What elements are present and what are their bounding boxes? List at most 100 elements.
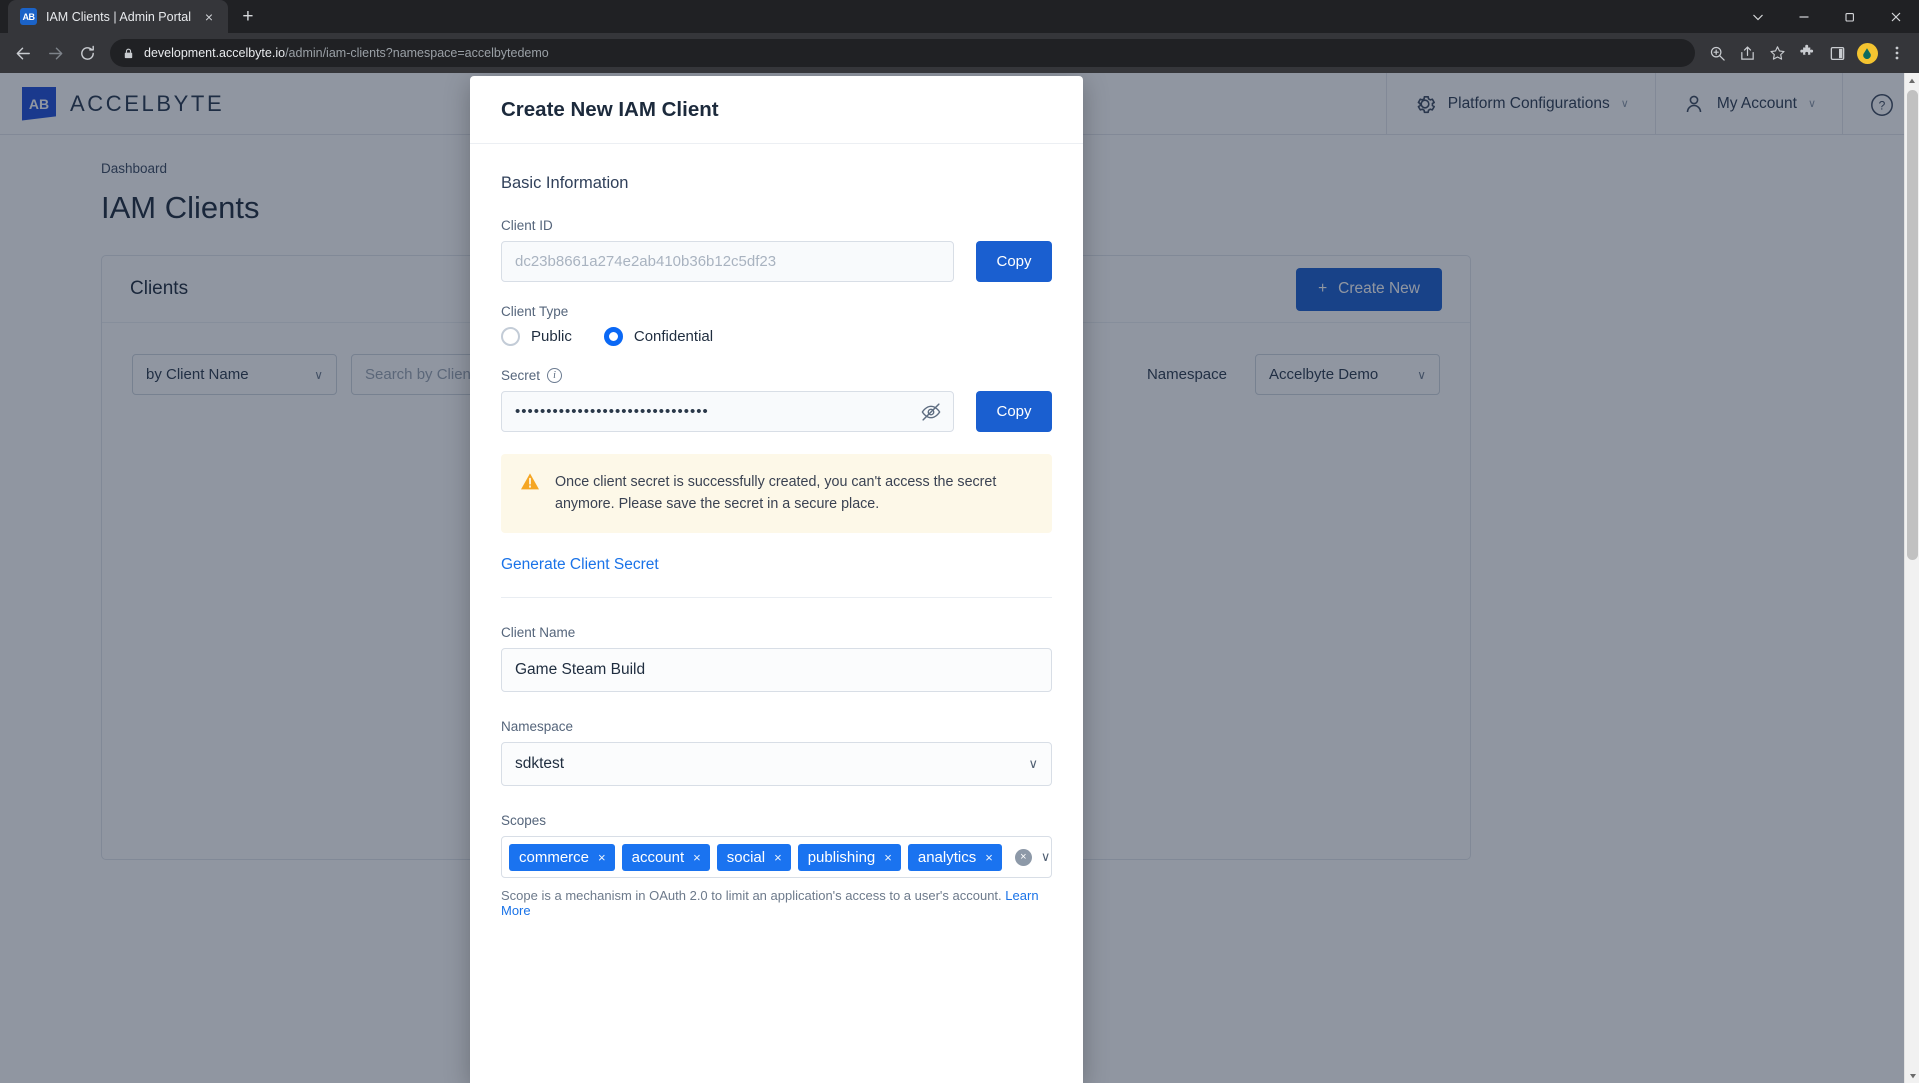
modal-namespace-value: sdktest: [515, 755, 565, 773]
scope-tag-label: commerce: [519, 848, 590, 866]
scope-tag-label: social: [726, 848, 766, 866]
chevron-down-icon: ∨: [1028, 756, 1038, 772]
scope-tag[interactable]: publishing ×: [797, 843, 901, 871]
browser-tab[interactable]: AB IAM Clients | Admin Portal ×: [8, 0, 228, 33]
sidebar-icon[interactable]: [1823, 39, 1851, 67]
page-viewport: AB ACCELBYTE Platform Configurations ∨ M…: [0, 73, 1919, 1083]
section-divider: [501, 597, 1052, 599]
remove-tag-icon[interactable]: ×: [598, 850, 606, 865]
share-icon[interactable]: [1733, 39, 1761, 67]
client-name-input[interactable]: Game Steam Build: [501, 648, 1052, 693]
scroll-up-arrow-icon[interactable]: [1905, 73, 1919, 88]
scope-tag-label: account: [631, 848, 685, 866]
page-scrollbar[interactable]: [1904, 73, 1919, 1083]
forward-icon[interactable]: [40, 38, 70, 68]
basic-information-heading: Basic Information: [501, 174, 629, 192]
browser-menu-icon[interactable]: [1883, 39, 1911, 67]
client-name-value: Game Steam Build: [515, 661, 646, 679]
modal-header: Create New IAM Client: [470, 76, 1083, 144]
scope-tag-label: analytics: [917, 848, 977, 866]
warning-triangle-icon: [520, 472, 540, 515]
modal-namespace-label: Namespace: [501, 719, 574, 735]
scopes-helper-sentence: Scope is a mechanism in OAuth 2.0 to lim…: [501, 888, 1002, 904]
client-id-row: dc23b8661a274e2ab410b36b12c5df23 Copy: [501, 241, 1052, 282]
secret-warning-banner: Once client secret is successfully creat…: [501, 454, 1052, 534]
scope-tag[interactable]: social ×: [716, 843, 791, 871]
secret-row: ••••••••••••••••••••••••••••••• Copy: [501, 391, 1052, 432]
client-type-option-public[interactable]: Public: [501, 327, 572, 346]
client-type-confidential-label: Confidential: [633, 328, 714, 345]
tab-strip: AB IAM Clients | Admin Portal × +: [0, 0, 263, 33]
secret-input-wrapper[interactable]: •••••••••••••••••••••••••••••••: [501, 391, 954, 432]
client-id-label: Client ID: [501, 218, 553, 233]
scopes-field-group: Scopes commerce × account × social × pub…: [501, 813, 1052, 918]
secret-label: Secret: [501, 368, 541, 383]
scroll-down-arrow-icon[interactable]: [1905, 1068, 1919, 1083]
scope-tag-label: publishing: [807, 848, 876, 866]
eye-off-icon[interactable]: [920, 401, 942, 423]
toolbar-actions: [1703, 39, 1911, 67]
client-type-option-confidential[interactable]: Confidential: [603, 327, 714, 346]
close-icon[interactable]: ×: [200, 8, 218, 26]
browser-window: AB IAM Clients | Admin Portal × + develo…: [0, 0, 1919, 1083]
zoom-icon[interactable]: [1703, 39, 1731, 67]
client-id-field-group: Client ID dc23b8661a274e2ab410b36b12c5df…: [501, 218, 1052, 282]
maximize-icon[interactable]: [1827, 0, 1873, 33]
clear-all-icon[interactable]: ×: [1014, 848, 1032, 866]
tab-title: IAM Clients | Admin Portal: [46, 9, 191, 24]
scopes-multiselect[interactable]: commerce × account × social × publishing…: [501, 836, 1052, 879]
scope-tag[interactable]: commerce ×: [509, 843, 615, 871]
bookmark-star-icon[interactable]: [1763, 39, 1791, 67]
client-name-field-group: Client Name Game Steam Build: [501, 625, 1052, 693]
window-controls: [1735, 0, 1919, 33]
lock-icon: [122, 47, 135, 60]
remove-tag-icon[interactable]: ×: [693, 850, 701, 865]
url-text: development.accelbyte.io/admin/iam-clien…: [144, 46, 549, 60]
scrollbar-thumb[interactable]: [1907, 90, 1918, 560]
remove-tag-icon[interactable]: ×: [774, 850, 782, 865]
info-icon[interactable]: i: [547, 368, 563, 383]
modal-body: Basic Information Client ID dc23b8661a27…: [470, 144, 1083, 1083]
radio-selected-icon: [603, 327, 623, 346]
client-type-radio-group: Public Confidential: [501, 327, 1052, 346]
modal-title: Create New IAM Client: [501, 97, 719, 121]
chevron-down-icon[interactable]: [1735, 0, 1781, 33]
remove-tag-icon[interactable]: ×: [884, 850, 892, 865]
profile-avatar[interactable]: [1853, 39, 1881, 67]
radio-icon: [501, 327, 520, 346]
scope-tag[interactable]: analytics ×: [907, 843, 1002, 871]
chevron-down-icon[interactable]: ∨: [1041, 849, 1051, 865]
new-tab-button[interactable]: +: [233, 2, 263, 32]
copy-client-id-button[interactable]: Copy: [976, 241, 1052, 282]
client-type-public-label: Public: [531, 328, 572, 345]
browser-titlebar: AB IAM Clients | Admin Portal × +: [0, 0, 1919, 33]
window-close-icon[interactable]: [1873, 0, 1919, 33]
scope-tag[interactable]: account ×: [621, 843, 710, 871]
client-type-field-group: Client Type Public Confidential: [501, 304, 1052, 346]
secret-label-row: Secret i: [501, 368, 1052, 383]
remove-tag-icon[interactable]: ×: [985, 850, 993, 865]
secret-input[interactable]: •••••••••••••••••••••••••••••••: [515, 403, 920, 420]
tab-favicon-icon: AB: [20, 8, 37, 25]
url-domain: development.accelbyte.io: [144, 46, 286, 60]
back-icon[interactable]: [8, 38, 38, 68]
url-path: /admin/iam-clients?namespace=accelbytede…: [285, 46, 549, 60]
secret-field-group: Secret i •••••••••••••••••••••••••••••••…: [501, 368, 1052, 432]
extensions-puzzle-icon[interactable]: [1793, 39, 1821, 67]
address-bar[interactable]: development.accelbyte.io/admin/iam-clien…: [110, 39, 1695, 67]
scopes-controls: × ∨: [1009, 848, 1051, 866]
browser-toolbar: development.accelbyte.io/admin/iam-clien…: [0, 33, 1919, 73]
scopes-label: Scopes: [501, 813, 547, 829]
secret-warning-text: Once client secret is successfully creat…: [555, 474, 997, 513]
modal-namespace-select[interactable]: sdktest ∨: [501, 742, 1052, 787]
scopes-helper-text: Scope is a mechanism in OAuth 2.0 to lim…: [501, 888, 1052, 918]
modal-namespace-field-group: Namespace sdktest ∨: [501, 719, 1052, 787]
minimize-icon[interactable]: [1781, 0, 1827, 33]
client-name-label: Client Name: [501, 625, 576, 641]
create-iam-client-modal: Create New IAM Client Basic Information …: [470, 76, 1083, 1083]
generate-client-secret-link[interactable]: Generate Client Secret: [501, 556, 1052, 574]
copy-secret-button[interactable]: Copy: [976, 391, 1052, 432]
client-type-label: Client Type: [501, 304, 569, 319]
client-id-input[interactable]: dc23b8661a274e2ab410b36b12c5df23: [501, 241, 954, 282]
reload-icon[interactable]: [72, 38, 102, 68]
